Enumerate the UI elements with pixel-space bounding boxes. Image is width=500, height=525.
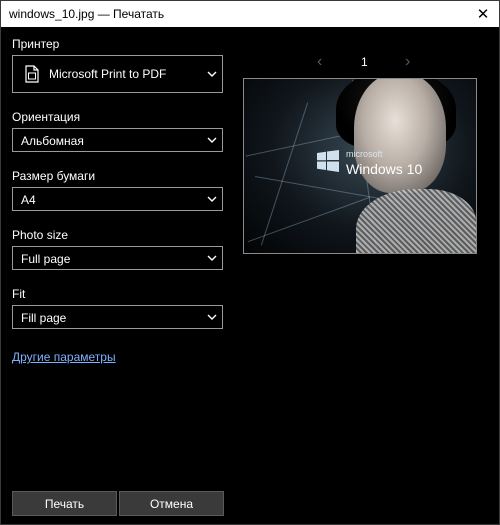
paper-size-label: Размер бумаги	[12, 169, 96, 183]
print-preview-image: microsoft Windows 10	[243, 78, 477, 254]
fit-label: Fit	[12, 287, 26, 301]
close-icon[interactable]: ✕	[473, 4, 493, 24]
photo-size-value: Full page	[21, 252, 71, 266]
page-navigator: ‹ 1 ›	[311, 53, 421, 71]
orientation-value: Альбомная	[21, 134, 84, 148]
paper-size-select[interactable]: A4	[12, 187, 223, 211]
printer-value: Microsoft Print to PDF	[49, 67, 167, 81]
chevron-down-icon	[207, 70, 217, 78]
title-bar: windows_10.jpg — Печатать ✕	[1, 1, 499, 27]
orientation-select[interactable]: Альбомная	[12, 128, 223, 152]
preview-brand-big: Windows 10	[346, 161, 423, 177]
printer-select[interactable]: Microsoft Print to PDF	[12, 55, 223, 93]
printer-label: Принтер	[12, 37, 60, 51]
print-dialog: windows_10.jpg — Печатать ✕ Принтер Micr…	[0, 0, 500, 525]
chevron-down-icon	[207, 313, 217, 321]
chevron-down-icon	[207, 254, 217, 262]
preview-brand-small: microsoft	[346, 149, 383, 159]
paper-size-value: A4	[21, 193, 36, 207]
windows-logo-icon	[316, 149, 340, 173]
photo-size-select[interactable]: Full page	[12, 246, 223, 270]
printer-icon	[25, 65, 39, 83]
chevron-right-icon[interactable]: ›	[405, 53, 410, 71]
print-button[interactable]: Печать	[12, 491, 117, 516]
fit-select[interactable]: Fill page	[12, 305, 223, 329]
more-settings-link[interactable]: Другие параметры	[12, 350, 116, 364]
chevron-left-icon[interactable]: ‹	[317, 53, 322, 71]
page-number: 1	[361, 55, 368, 69]
chevron-down-icon	[207, 136, 217, 144]
orientation-label: Ориентация	[12, 110, 81, 124]
window-title: windows_10.jpg — Печатать	[9, 7, 165, 21]
photo-size-label: Photo size	[12, 228, 69, 242]
fit-value: Fill page	[21, 311, 67, 325]
chevron-down-icon	[207, 195, 217, 203]
cancel-button[interactable]: Отмена	[119, 491, 224, 516]
